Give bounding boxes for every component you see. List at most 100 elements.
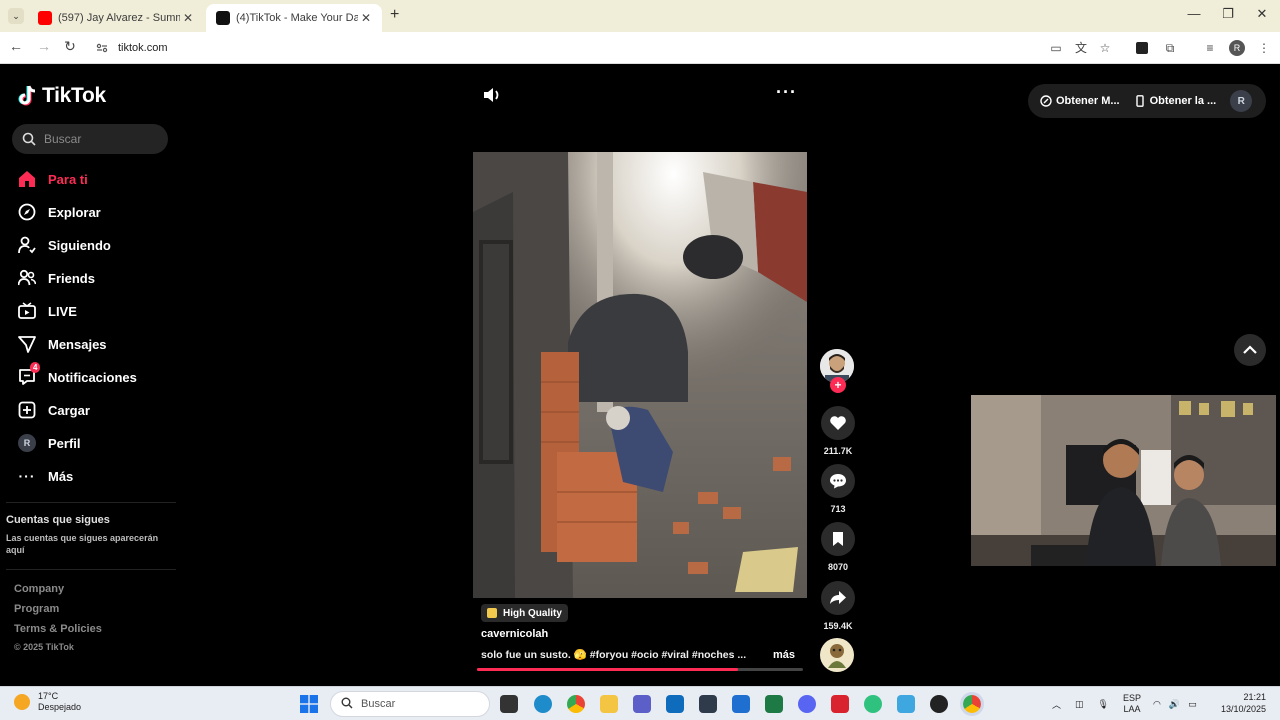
- get-app-button[interactable]: Obtener la ...: [1134, 95, 1216, 107]
- chrome-icon[interactable]: [567, 695, 585, 713]
- media-control-icon[interactable]: ≡: [1202, 40, 1218, 56]
- footer-link-terms[interactable]: Terms & Policies: [14, 623, 102, 635]
- sidebar-item-label: Explorar: [48, 204, 101, 220]
- edge-icon[interactable]: [534, 695, 552, 713]
- video-progress-bar[interactable]: [477, 668, 803, 671]
- music-disc[interactable]: [820, 638, 854, 672]
- sidebar-item-siguiendo[interactable]: Siguiendo: [18, 236, 111, 254]
- address-bar[interactable]: tiktok.com: [88, 36, 1118, 60]
- weather-widget[interactable]: 17°C Despejado: [14, 691, 81, 713]
- brand-name: TikTok: [42, 84, 106, 107]
- system-clock[interactable]: 21:21 13/10/2025: [1212, 691, 1266, 715]
- get-coins-button[interactable]: Obtener M...: [1040, 95, 1120, 107]
- previous-video-button[interactable]: [1234, 334, 1266, 366]
- coin-icon: [1040, 95, 1052, 107]
- chevron-up-icon[interactable]: ︿: [1052, 698, 1061, 711]
- share-button[interactable]: 159.4K: [820, 581, 856, 631]
- save-button[interactable]: 8070: [820, 522, 856, 572]
- microphone-icon[interactable]: 🎙: [1098, 699, 1109, 710]
- profile-avatar[interactable]: R: [1229, 40, 1245, 56]
- like-button[interactable]: 211.7K: [820, 406, 856, 456]
- tiktok-logo[interactable]: TikTok: [18, 84, 106, 108]
- new-tab-button[interactable]: +: [390, 6, 399, 24]
- sidebar-item-label: Friends: [48, 270, 95, 286]
- sidebar-item-cargar[interactable]: Cargar: [18, 401, 90, 419]
- sidebar-item-mensajes[interactable]: Mensajes: [18, 335, 107, 353]
- tab-tiktok[interactable]: (4)TikTok - Make Your Day ✕: [206, 4, 382, 32]
- taskbar-search-input[interactable]: Buscar: [330, 691, 490, 717]
- task-view-icon[interactable]: [500, 695, 518, 713]
- app-icon[interactable]: [864, 695, 882, 713]
- quality-tag[interactable]: High Quality: [481, 604, 568, 622]
- volume-icon[interactable]: [482, 86, 502, 104]
- store-icon[interactable]: [666, 695, 684, 713]
- start-button[interactable]: [300, 695, 318, 713]
- file-explorer-icon[interactable]: [600, 695, 618, 713]
- obs-icon[interactable]: [930, 695, 948, 713]
- tab-youtube[interactable]: (597) Jay Alvarez - Summer (20 ✕: [28, 4, 204, 32]
- battery-icon[interactable]: ▭: [1188, 699, 1197, 710]
- vscode-icon[interactable]: [732, 695, 750, 713]
- language-indicator[interactable]: ESP LAA: [1123, 693, 1141, 715]
- close-tab-icon[interactable]: ✕: [358, 11, 374, 25]
- discord-icon[interactable]: [798, 695, 816, 713]
- sidebar-item-label: LIVE: [48, 303, 77, 319]
- site-info-icon[interactable]: [96, 42, 108, 54]
- profile-avatar[interactable]: R: [1230, 90, 1253, 112]
- video-frame: [473, 152, 807, 598]
- notepad-icon[interactable]: [897, 695, 915, 713]
- speaker-icon[interactable]: 🔊: [1169, 699, 1180, 710]
- weather-icon: [14, 694, 30, 710]
- minimize-button[interactable]: —: [1178, 6, 1210, 21]
- search-icon: [22, 132, 36, 146]
- maximize-button[interactable]: ❐: [1212, 6, 1244, 22]
- extensions-puzzle-icon[interactable]: ⧉: [1162, 40, 1178, 56]
- chrome-icon[interactable]: [960, 692, 984, 716]
- app-icon[interactable]: [699, 695, 717, 713]
- more-options-icon[interactable]: ···: [776, 82, 797, 103]
- extension-icon[interactable]: [1134, 40, 1150, 56]
- sidebar-item-notificaciones[interactable]: 4 Notificaciones: [18, 362, 137, 386]
- comment-button[interactable]: 713: [820, 464, 856, 514]
- sidebar-item-mas[interactable]: ··· Más: [18, 467, 74, 485]
- video-description: solo fue un susto. 🫣 #foryou #ocio #vira…: [481, 649, 747, 661]
- sidebar-item-live[interactable]: LIVE: [18, 302, 77, 320]
- reload-button[interactable]: ↻: [60, 38, 80, 55]
- tray-app-icon[interactable]: ◫: [1075, 699, 1084, 710]
- back-button[interactable]: ←: [6, 38, 26, 54]
- teams-icon[interactable]: [633, 695, 651, 713]
- forward-button[interactable]: →: [34, 38, 54, 54]
- video-author[interactable]: cavernicolah: [481, 628, 548, 640]
- sidebar-item-friends[interactable]: Friends: [18, 269, 95, 287]
- close-window-button[interactable]: ✕: [1246, 6, 1278, 22]
- more-icon: ···: [18, 468, 36, 484]
- live-icon: [18, 302, 36, 320]
- sidebar-item-perfil[interactable]: R Perfil: [18, 434, 81, 452]
- share-icon: [821, 581, 855, 615]
- follow-creator-button[interactable]: +: [830, 377, 846, 393]
- compass-icon: [18, 203, 36, 221]
- install-app-icon[interactable]: ▭: [1048, 40, 1064, 56]
- sidebar-item-explorar[interactable]: Explorar: [18, 203, 101, 221]
- translate-icon[interactable]: 文: [1073, 40, 1089, 56]
- tab-title: (597) Jay Alvarez - Summer (20: [58, 12, 180, 24]
- friends-icon: [18, 269, 36, 287]
- footer-link-company[interactable]: Company: [14, 583, 64, 595]
- tab-search-button[interactable]: ⌄: [8, 8, 24, 24]
- close-tab-icon[interactable]: ✕: [180, 11, 196, 25]
- menu-dots-icon[interactable]: ⋮: [1256, 40, 1272, 56]
- copyright: © 2025 TikTok: [14, 642, 74, 652]
- sidebar-item-para-ti[interactable]: Para ti: [18, 170, 88, 188]
- weather-desc: Despejado: [38, 702, 82, 712]
- footer-link-program[interactable]: Program: [14, 603, 59, 615]
- video-player[interactable]: [473, 152, 807, 598]
- bookmark-star-icon[interactable]: ☆: [1097, 40, 1113, 56]
- system-tray: ︿ ◫ 🎙 ESP LAA ◠ 🔊 ▭: [1052, 691, 1197, 717]
- search-input[interactable]: Buscar: [12, 124, 168, 154]
- sidebar-divider: [6, 502, 176, 503]
- chevron-up-icon: [1243, 345, 1257, 354]
- wifi-icon[interactable]: ◠: [1153, 699, 1161, 710]
- excel-icon[interactable]: [765, 695, 783, 713]
- more-caption-button[interactable]: más: [773, 649, 795, 661]
- app-icon[interactable]: [831, 695, 849, 713]
